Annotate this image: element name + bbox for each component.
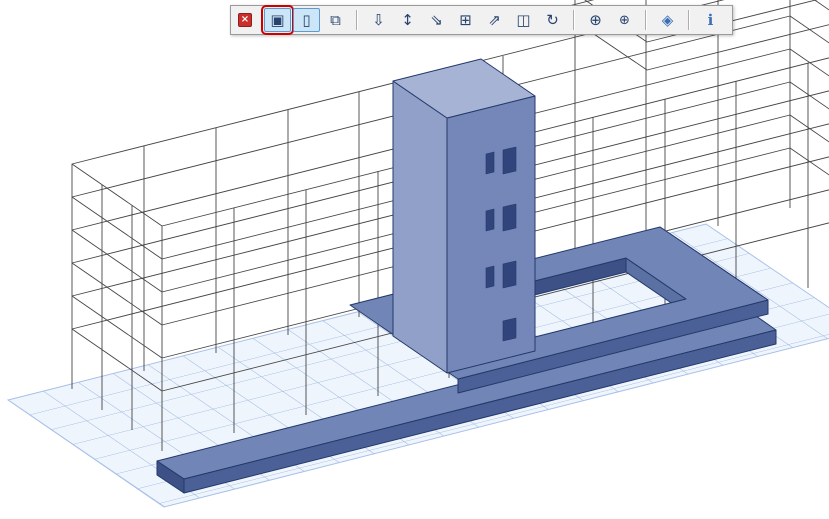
close-toolbar-button[interactable]: × — [238, 13, 252, 27]
quick-info-icon: ℹ — [708, 13, 714, 28]
app-window: { "window": { "width": 829, "height": 51… — [0, 0, 829, 519]
viewport-3d[interactable] — [0, 0, 829, 519]
floating-toolbar: × ▣ ▯ ⧉ ⇩ ↕ ⇘ ⊞ ⇗ ◫ ↻ ⊕ ⊕ ◈ ℹ — [230, 5, 733, 35]
core-tower[interactable] — [393, 59, 535, 373]
drag-element-icon: ⇩ — [372, 13, 385, 28]
drag-a-copy-icon: ⇗ — [488, 13, 501, 28]
toolbar-separator — [645, 10, 647, 30]
elevate-element-button[interactable]: ↕ — [394, 8, 421, 32]
mirror-element-icon: ◫ — [516, 13, 530, 28]
rendering-layers-icon: ◈ — [662, 13, 674, 28]
drag-element-button[interactable]: ⇩ — [365, 8, 392, 32]
zoom-in-icon: ⊕ — [589, 13, 602, 28]
copy-settings-button[interactable]: ⧉ — [322, 8, 349, 32]
zoom-to-selection-button[interactable]: ⊕ — [611, 8, 638, 32]
core-tower-front-face — [447, 96, 535, 373]
zoom-in-button[interactable]: ⊕ — [582, 8, 609, 32]
column-tool-icon: ▯ — [302, 13, 310, 28]
select-elements-button[interactable]: ▣ — [264, 8, 291, 32]
drag-a-copy-button[interactable]: ⇗ — [481, 8, 508, 32]
rotate-element-icon: ↻ — [546, 13, 559, 28]
mirror-element-button[interactable]: ◫ — [510, 8, 537, 32]
core-tower-left-face — [393, 81, 447, 373]
toolbar-separator — [573, 10, 575, 30]
multiply-element-button[interactable]: ⊞ — [452, 8, 479, 32]
zoom-to-selection-icon: ⊕ — [619, 14, 630, 27]
copy-settings-icon: ⧉ — [330, 13, 341, 28]
toolbar-separator — [688, 10, 690, 30]
rotate-element-button[interactable]: ↻ — [539, 8, 566, 32]
quick-info-button[interactable]: ℹ — [697, 8, 724, 32]
multiply-element-icon: ⊞ — [459, 13, 472, 28]
toolbar-separator — [356, 10, 358, 30]
rendering-layers-button[interactable]: ◈ — [654, 8, 681, 32]
select-elements-icon: ▣ — [270, 13, 284, 28]
elevate-element-icon: ↕ — [401, 13, 414, 28]
stretch-element-icon: ⇘ — [430, 13, 443, 28]
column-tool-button[interactable]: ▯ — [293, 8, 320, 32]
stretch-element-button[interactable]: ⇘ — [423, 8, 450, 32]
